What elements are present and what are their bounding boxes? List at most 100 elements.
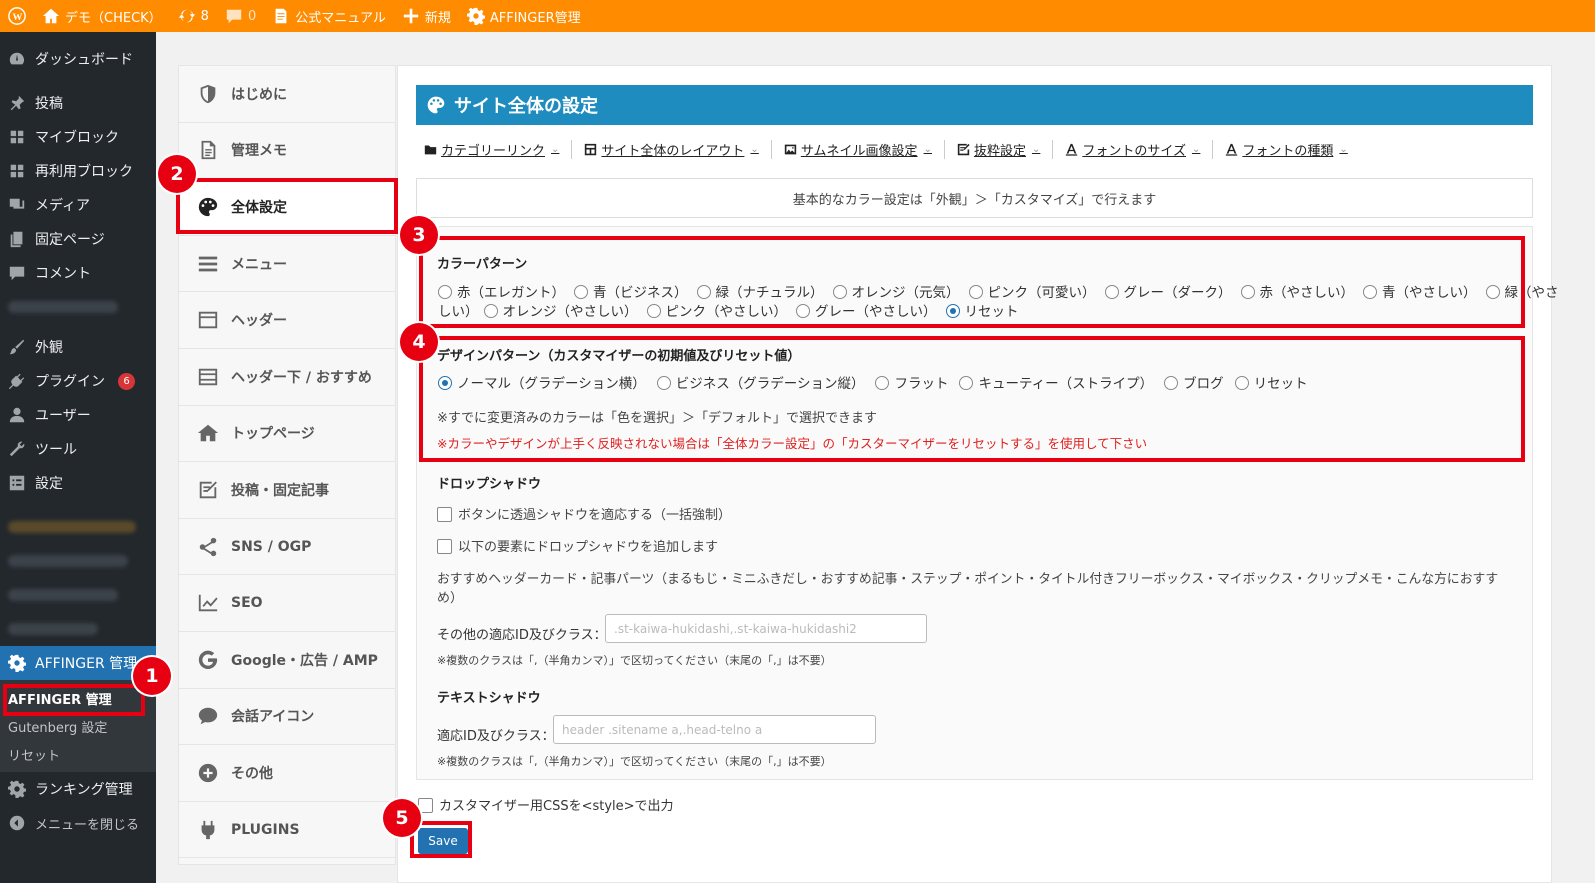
design-pattern-option[interactable]: ノーマル（グラデーション横） bbox=[433, 376, 646, 392]
menu-posts[interactable]: 投稿 bbox=[0, 86, 156, 120]
shadow-description-end: め） bbox=[437, 591, 464, 606]
settings-box: カラーパターン 赤（エレガント） 青（ビジネス） 緑（ナチュラル） オレンジ（元気） ピ… bbox=[416, 226, 1559, 780]
color-pattern-radio[interactable] bbox=[1485, 285, 1500, 299]
color-pattern-radio[interactable] bbox=[1104, 285, 1119, 299]
nav-google[interactable]: Google・広告 / AMP bbox=[179, 632, 395, 689]
nav-toppage[interactable]: トップページ bbox=[179, 406, 395, 463]
tab-layout[interactable]: サイト全体のレイアウト ⌄ bbox=[584, 139, 772, 159]
nav-sns[interactable]: SNS / OGP bbox=[179, 519, 395, 576]
tab-category-link[interactable]: カテゴリーリンク ⌄ bbox=[424, 139, 573, 159]
text-shadow-input[interactable]: header .sitename a,.head-telno a bbox=[553, 715, 876, 744]
menu-tools[interactable]: ツール bbox=[0, 432, 156, 466]
site-name-link[interactable]: デモ（CHECK） bbox=[34, 0, 170, 32]
color-pattern-radio[interactable] bbox=[945, 304, 960, 318]
nav-plugins[interactable]: PLUGINS bbox=[179, 802, 395, 859]
save-button[interactable]: Save bbox=[418, 828, 468, 854]
color-pattern-radio[interactable] bbox=[646, 304, 661, 318]
tab-excerpt[interactable]: 抜粋設定 ⌄ bbox=[957, 139, 1054, 159]
design-pattern-radio[interactable] bbox=[1234, 376, 1249, 390]
color-pattern-radio[interactable] bbox=[574, 285, 588, 299]
menu-users-label: ユーザー bbox=[35, 408, 91, 424]
color-pattern-radio[interactable] bbox=[1363, 285, 1377, 299]
color-pattern-radio[interactable] bbox=[832, 285, 847, 299]
color-pattern-option[interactable]: グレー（ダーク） bbox=[1100, 285, 1232, 301]
design-pattern-radio[interactable] bbox=[656, 376, 671, 390]
menu-reusable[interactable]: 再利用ブロック bbox=[0, 154, 156, 188]
color-pattern-option[interactable]: オレンジ（元気） bbox=[828, 285, 960, 301]
color-pattern-radio[interactable] bbox=[696, 285, 711, 299]
menu-comments-label: コメント bbox=[35, 266, 91, 282]
nav-other[interactable]: その他 bbox=[179, 745, 395, 802]
output-css-option[interactable]: カスタマイザー用CSSを<style>で出力 bbox=[418, 795, 674, 814]
color-pattern-option[interactable]: ピンク（やさしい） bbox=[642, 304, 787, 320]
nav-seo[interactable]: SEO bbox=[179, 575, 395, 632]
comments-link[interactable]: 0 bbox=[217, 0, 264, 32]
color-pattern-option[interactable]: ピンク（可愛い） bbox=[964, 285, 1096, 301]
affinger-admin-link[interactable]: AFFINGER管理 bbox=[459, 0, 589, 32]
menu-appearance[interactable]: 外観 bbox=[0, 330, 156, 364]
submenu-gutenberg[interactable]: Gutenberg 設定 bbox=[0, 712, 156, 740]
menu-ranking[interactable]: ランキング管理 bbox=[0, 772, 156, 806]
color-pattern-radio[interactable] bbox=[796, 304, 810, 318]
nav-conversation[interactable]: 会話アイコン bbox=[179, 689, 395, 746]
nav-posts[interactable]: 投稿・固定記事 bbox=[179, 462, 395, 519]
tab-font-type[interactable]: フォントの種類 ⌄ bbox=[1225, 140, 1359, 159]
shadow-checkbox-2[interactable] bbox=[437, 539, 452, 554]
shadow-checkbox-1[interactable] bbox=[437, 507, 452, 522]
folder-icon bbox=[424, 144, 437, 154]
nav-global-settings[interactable]: 全体設定 bbox=[179, 179, 395, 236]
step-badge-3: 3 bbox=[400, 216, 438, 254]
menu-comments[interactable]: コメント bbox=[0, 256, 156, 290]
tab-font-size[interactable]: フォントのサイズ ⌄ bbox=[1065, 139, 1214, 159]
design-pattern-radio[interactable] bbox=[875, 376, 890, 390]
nav-menu[interactable]: メニュー bbox=[179, 236, 395, 293]
color-pattern-option[interactable]: グレー（やさしい） bbox=[791, 304, 937, 320]
menu-media[interactable]: メディア bbox=[0, 188, 156, 222]
color-pattern-option[interactable]: 青（ビジネス） bbox=[569, 285, 688, 301]
color-pattern-option[interactable]: 赤（やさしい） bbox=[1236, 285, 1354, 301]
color-pattern-option[interactable]: 赤（エレガント） bbox=[433, 285, 565, 301]
other-classes-input[interactable]: .st-kaiwa-hukidashi,.st-kaiwa-hukidashi2 bbox=[605, 614, 927, 643]
design-pattern-option[interactable]: ビジネス（グラデーション縦） bbox=[652, 376, 864, 392]
color-pattern-radio[interactable] bbox=[438, 285, 452, 299]
design-pattern-radio[interactable] bbox=[438, 376, 452, 390]
design-pattern-option[interactable]: キューティー（ストライプ） bbox=[954, 376, 1153, 392]
manual-link[interactable]: 公式マニュアル bbox=[264, 0, 394, 32]
design-pattern-option[interactable]: ブログ bbox=[1159, 376, 1224, 392]
menu-pages[interactable]: 固定ページ bbox=[0, 222, 156, 256]
output-css-checkbox[interactable] bbox=[418, 798, 433, 813]
nav-header[interactable]: ヘッダー bbox=[179, 292, 395, 349]
nav-intro[interactable]: はじめに bbox=[179, 66, 395, 123]
submenu-affinger-admin[interactable]: AFFINGER 管理 bbox=[0, 684, 156, 712]
shadow-option-1[interactable]: ボタンに透過シャドウを適応する（一括強制） bbox=[437, 504, 731, 523]
menu-myblocks[interactable]: マイブロック bbox=[0, 120, 156, 154]
wordpress-logo[interactable]: W bbox=[0, 0, 34, 32]
design-pattern-option[interactable]: リセット bbox=[1230, 376, 1308, 392]
nav-header-below[interactable]: ヘッダー下 / おすすめ bbox=[179, 349, 395, 406]
design-pattern-radio[interactable] bbox=[959, 376, 974, 390]
shadow-option-2[interactable]: 以下の要素にドロップシャドウを追加します bbox=[437, 536, 718, 555]
color-pattern-radio[interactable] bbox=[968, 285, 983, 299]
collapse-menu[interactable]: メニューを閉じる bbox=[0, 806, 156, 840]
tab-font-type-label: フォントの種類 bbox=[1242, 143, 1334, 159]
submenu-reset[interactable]: リセット bbox=[0, 740, 156, 768]
color-pattern-radio[interactable] bbox=[1240, 285, 1255, 299]
design-pattern-radio[interactable] bbox=[1164, 376, 1179, 390]
design-pattern-option[interactable]: フラット bbox=[870, 376, 948, 392]
step-badge-4: 4 bbox=[400, 323, 438, 361]
menu-users[interactable]: ユーザー bbox=[0, 398, 156, 432]
menu-plugins[interactable]: プラグイン 6 bbox=[0, 364, 156, 398]
new-link[interactable]: 新規 bbox=[394, 0, 459, 32]
color-pattern-option[interactable]: リセット bbox=[941, 304, 1019, 320]
other-classes-label: その他の適応ID及びクラス： bbox=[437, 628, 607, 643]
nav-memo[interactable]: 管理メモ bbox=[179, 123, 395, 180]
menu-settings[interactable]: 設定 bbox=[0, 466, 156, 500]
color-pattern-option[interactable]: 緑（ナチュラル） bbox=[692, 285, 824, 301]
color-pattern-option[interactable]: 緑（やさ bbox=[1481, 285, 1559, 301]
color-pattern-option[interactable]: 青（やさしい） bbox=[1358, 285, 1477, 301]
color-pattern-option[interactable]: オレンジ（やさしい） bbox=[479, 304, 638, 320]
menu-dashboard[interactable]: ダッシュボード bbox=[0, 42, 156, 76]
tab-thumbnail[interactable]: サムネイル画像設定 ⌄ bbox=[784, 139, 945, 159]
updates-link[interactable]: 8 bbox=[170, 0, 217, 32]
color-pattern-radio[interactable] bbox=[483, 304, 498, 318]
